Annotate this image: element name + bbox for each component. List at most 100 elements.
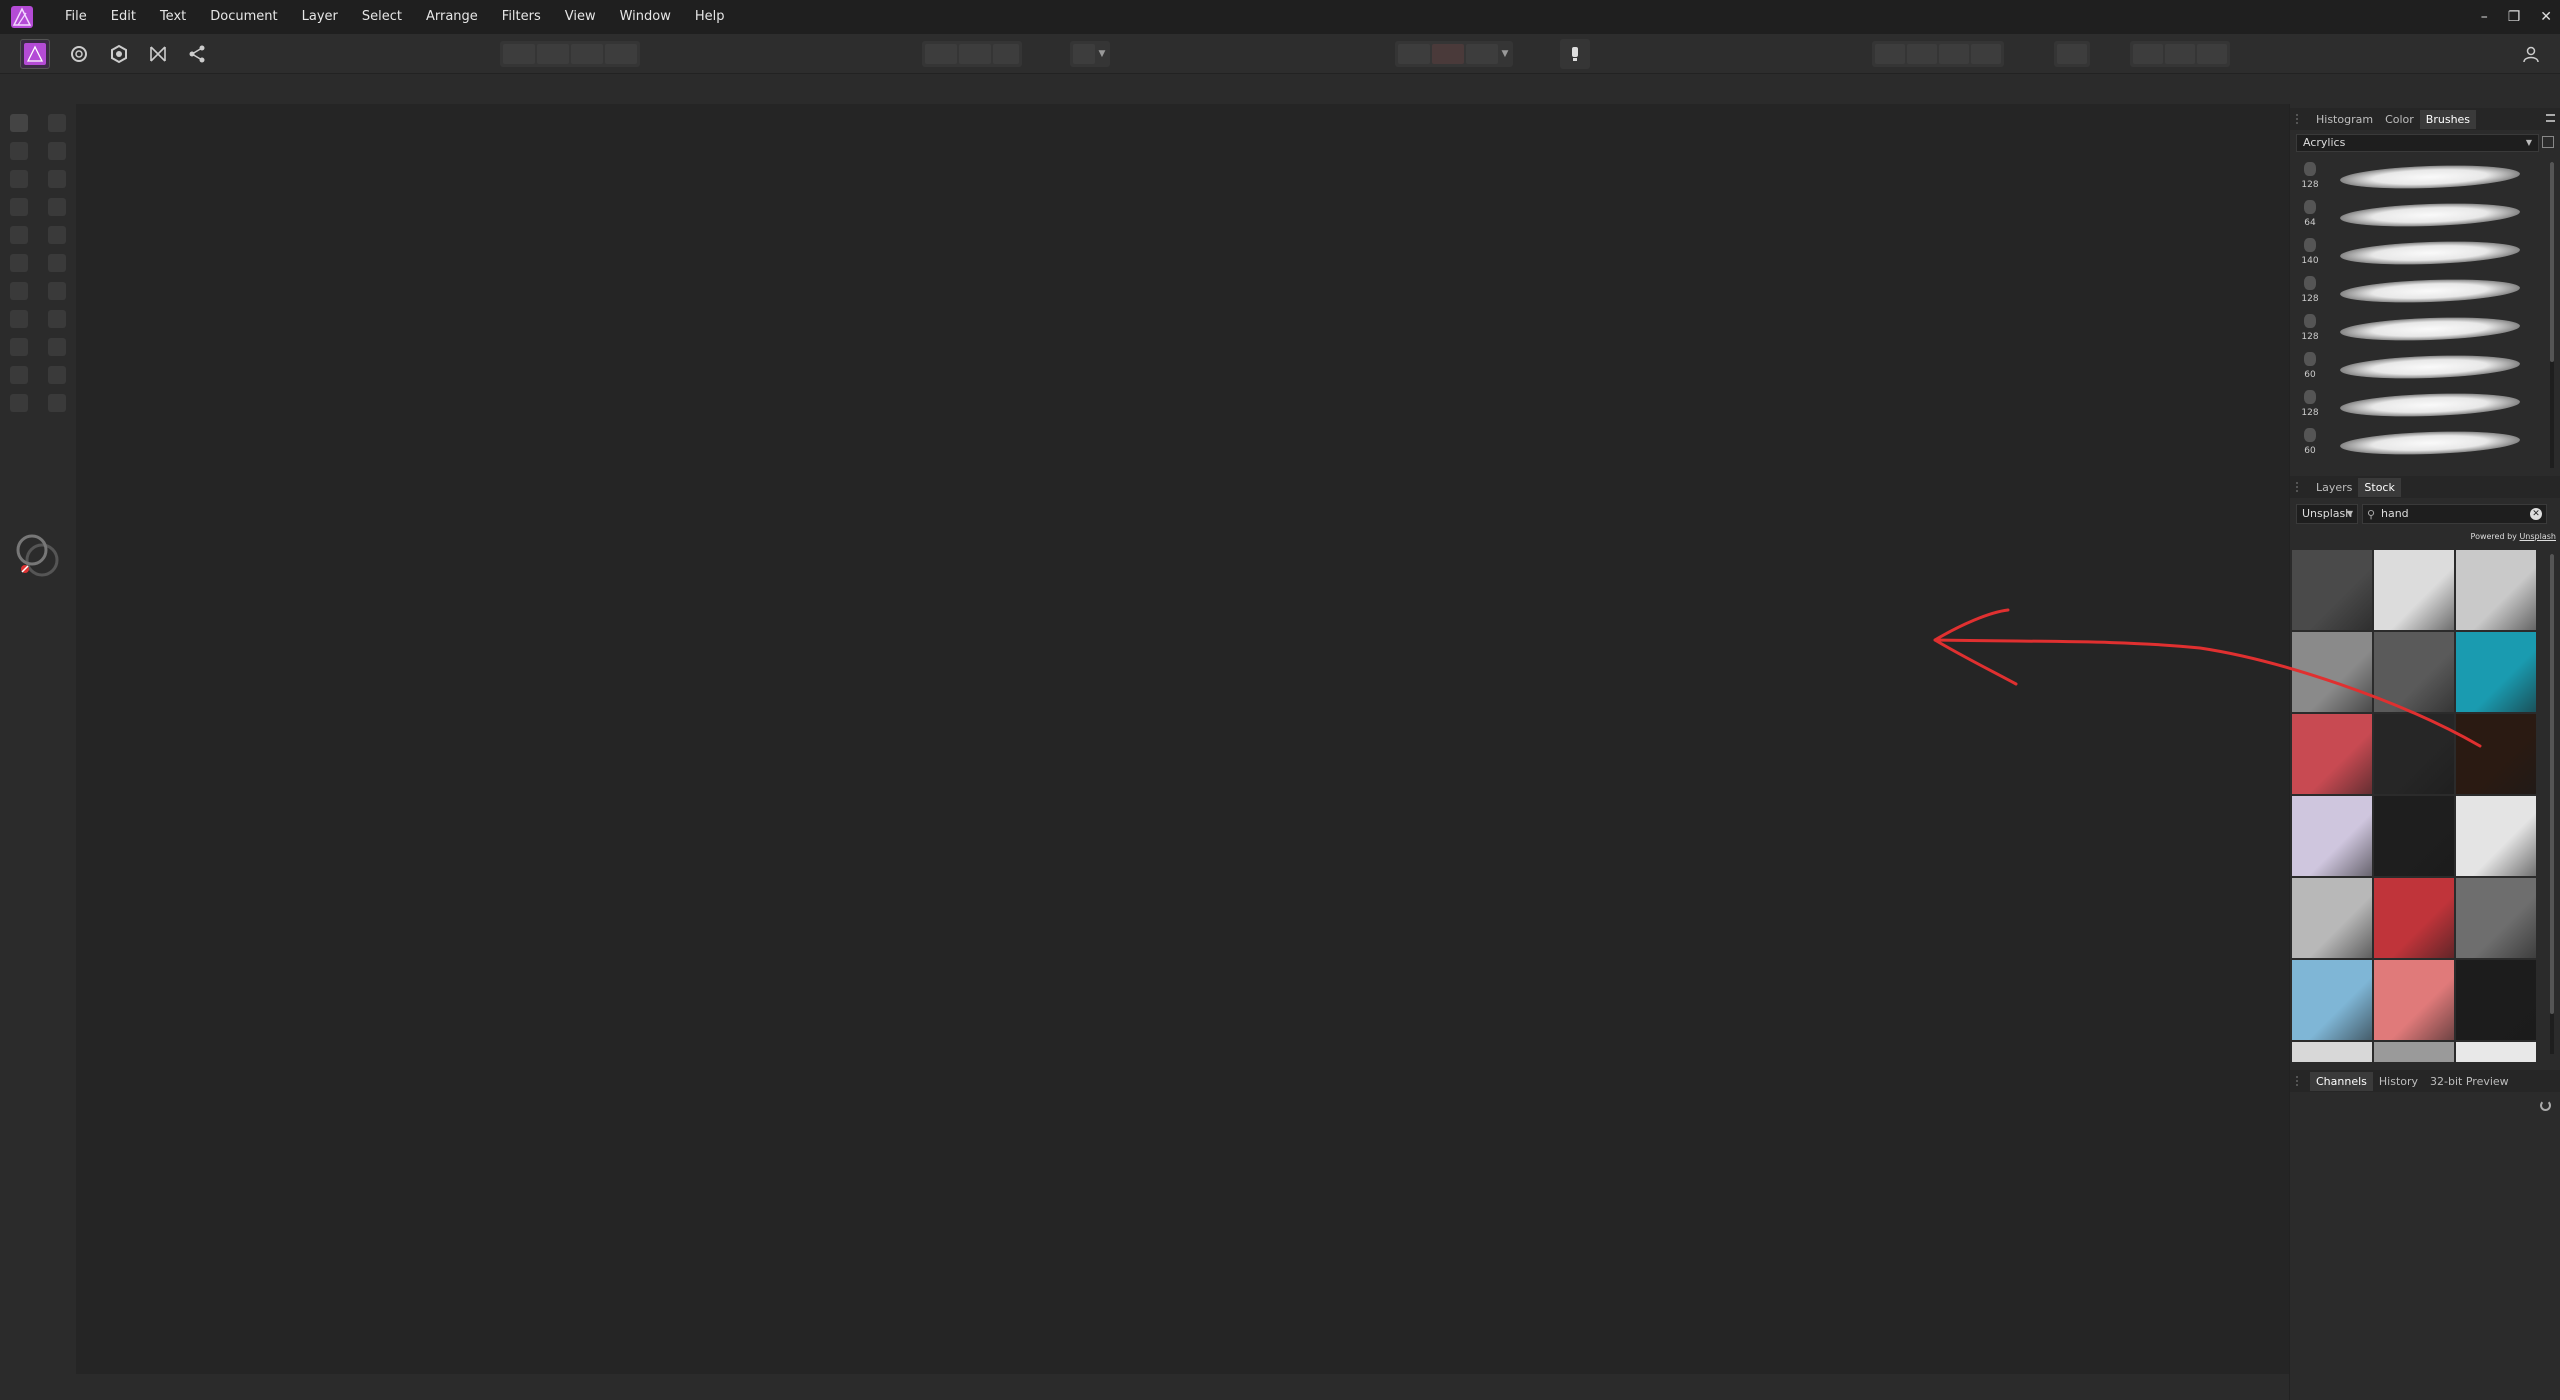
brush-list-scrollbar[interactable] bbox=[2550, 162, 2554, 468]
pixel-tool-icon[interactable] bbox=[10, 254, 28, 272]
photo-persona-button[interactable] bbox=[20, 39, 50, 69]
stock-thumbnail[interactable] bbox=[2292, 796, 2372, 876]
flood-fill-tool-icon[interactable] bbox=[48, 198, 66, 216]
marquee-tool-icon[interactable] bbox=[10, 198, 28, 216]
export-persona-button[interactable] bbox=[182, 39, 212, 69]
color-picker-tool-icon[interactable] bbox=[10, 142, 28, 160]
menu-file[interactable]: File bbox=[53, 0, 99, 34]
view-mode-button[interactable] bbox=[1398, 44, 1430, 64]
gradient-tool-icon[interactable] bbox=[10, 226, 28, 244]
stock-thumbnail[interactable] bbox=[2374, 550, 2454, 630]
stock-thumbnail[interactable] bbox=[2292, 550, 2372, 630]
menu-window[interactable]: Window bbox=[608, 0, 683, 34]
brush-list-scroll-thumb[interactable] bbox=[2550, 162, 2554, 362]
arrange-backward-button[interactable] bbox=[1907, 44, 1937, 64]
stock-thumbnail[interactable] bbox=[2374, 632, 2454, 712]
brush-item[interactable]: 60 bbox=[2290, 424, 2548, 462]
brush-item[interactable]: 128 bbox=[2290, 272, 2548, 310]
assistant-button[interactable] bbox=[1432, 44, 1464, 64]
add-boolean-button[interactable] bbox=[2133, 44, 2163, 64]
stock-thumbnail[interactable] bbox=[2456, 878, 2536, 958]
blur-tool-icon[interactable] bbox=[48, 310, 66, 328]
brush-item[interactable]: 64 bbox=[2290, 196, 2548, 234]
stock-thumbnail[interactable] bbox=[2292, 878, 2372, 958]
arrange-front-button[interactable] bbox=[1971, 44, 2001, 64]
color-swatch-icon[interactable] bbox=[16, 534, 60, 578]
menu-select[interactable]: Select bbox=[350, 0, 414, 34]
quick-mask-dropdown[interactable]: ▼ bbox=[1097, 44, 1107, 64]
brush-panel-options-icon[interactable] bbox=[2542, 136, 2554, 148]
stock-thumbnail[interactable] bbox=[2456, 1042, 2536, 1062]
refresh-icon[interactable] bbox=[2540, 1100, 2551, 1111]
menu-text[interactable]: Text bbox=[148, 0, 198, 34]
tab-histogram[interactable]: Histogram bbox=[2310, 110, 2379, 129]
paint-brush-tool-icon[interactable] bbox=[48, 226, 66, 244]
brush-item[interactable]: 140 bbox=[2290, 234, 2548, 272]
auto-white-balance-button[interactable] bbox=[605, 44, 637, 64]
brush-category-select[interactable]: Acrylics ▼ bbox=[2296, 134, 2539, 152]
smudge-tool-icon[interactable] bbox=[10, 310, 28, 328]
unsplash-link[interactable]: Unsplash bbox=[2519, 532, 2556, 541]
erase-brush-tool-icon[interactable] bbox=[48, 254, 66, 272]
selection-brush-tool-icon[interactable] bbox=[10, 170, 28, 188]
brush-item[interactable]: 128 bbox=[2290, 386, 2548, 424]
auto-levels-button[interactable] bbox=[503, 44, 535, 64]
tab-channels[interactable]: Channels bbox=[2310, 1071, 2373, 1091]
document-canvas[interactable] bbox=[76, 104, 2289, 1374]
flood-select-tool-icon[interactable] bbox=[48, 170, 66, 188]
quick-mask-button[interactable] bbox=[1073, 44, 1095, 64]
brush-item[interactable]: 60 bbox=[2290, 348, 2548, 386]
minimize-button[interactable]: – bbox=[2481, 9, 2488, 25]
stock-thumbnail[interactable] bbox=[2456, 714, 2536, 794]
auto-contrast-button[interactable] bbox=[537, 44, 569, 64]
tab-layers[interactable]: Layers bbox=[2310, 478, 2358, 497]
tone-mapping-persona-button[interactable] bbox=[143, 39, 173, 69]
restore-button[interactable]: ❐ bbox=[2508, 9, 2521, 25]
move-tool-icon[interactable] bbox=[48, 114, 66, 132]
stock-thumbnail[interactable] bbox=[2456, 632, 2536, 712]
snapping-dropdown[interactable]: ▼ bbox=[1500, 44, 1510, 64]
stock-search-field[interactable]: ⚲ hand ✕ bbox=[2362, 504, 2547, 524]
select-all-button[interactable] bbox=[925, 44, 957, 64]
menu-edit[interactable]: Edit bbox=[99, 0, 148, 34]
rectangle-tool-icon[interactable] bbox=[10, 366, 28, 384]
panel-grip-icon[interactable] bbox=[2296, 1076, 2300, 1086]
stock-thumbnail[interactable] bbox=[2374, 1042, 2454, 1062]
stock-scrollbar[interactable] bbox=[2550, 554, 2554, 1054]
invert-selection-button[interactable] bbox=[993, 44, 1019, 64]
snapping-button[interactable] bbox=[1466, 44, 1498, 64]
panel-menu-icon[interactable] bbox=[2546, 114, 2555, 122]
text-tool-icon[interactable] bbox=[48, 366, 66, 384]
auto-colors-button[interactable] bbox=[571, 44, 603, 64]
menu-document[interactable]: Document bbox=[198, 0, 289, 34]
subtract-boolean-button[interactable] bbox=[2165, 44, 2195, 64]
stock-thumbnail[interactable] bbox=[2292, 714, 2372, 794]
panel-grip-icon[interactable] bbox=[2296, 114, 2300, 124]
stock-thumbnail[interactable] bbox=[2374, 960, 2454, 1040]
stock-search-input[interactable]: hand bbox=[2381, 507, 2409, 520]
tab-history[interactable]: History bbox=[2373, 1072, 2424, 1091]
stock-scroll-thumb[interactable] bbox=[2550, 554, 2554, 1014]
close-button[interactable]: ✕ bbox=[2540, 9, 2552, 25]
intersect-boolean-button[interactable] bbox=[2197, 44, 2227, 64]
crop-tool-icon[interactable] bbox=[48, 142, 66, 160]
account-button[interactable] bbox=[2516, 39, 2546, 69]
brush-item[interactable]: 128 bbox=[2290, 158, 2548, 196]
stock-thumbnail[interactable] bbox=[2456, 796, 2536, 876]
stock-thumbnail[interactable] bbox=[2456, 550, 2536, 630]
tab-brushes[interactable]: Brushes bbox=[2419, 109, 2477, 129]
clone-tool-icon[interactable] bbox=[48, 282, 66, 300]
brush-item[interactable]: 128 bbox=[2290, 310, 2548, 348]
bulb-button[interactable] bbox=[1560, 39, 1590, 69]
menu-layer[interactable]: Layer bbox=[290, 0, 350, 34]
stock-thumbnail[interactable] bbox=[2374, 796, 2454, 876]
stock-thumbnail[interactable] bbox=[2374, 714, 2454, 794]
red-eye-tool-icon[interactable] bbox=[10, 338, 28, 356]
align-button[interactable] bbox=[2057, 44, 2087, 64]
menu-arrange[interactable]: Arrange bbox=[414, 0, 490, 34]
menu-help[interactable]: Help bbox=[683, 0, 737, 34]
tab-color[interactable]: Color bbox=[2379, 110, 2420, 129]
arrange-back-button[interactable] bbox=[1875, 44, 1905, 64]
stock-thumbnail[interactable] bbox=[2292, 632, 2372, 712]
deselect-button[interactable] bbox=[959, 44, 991, 64]
